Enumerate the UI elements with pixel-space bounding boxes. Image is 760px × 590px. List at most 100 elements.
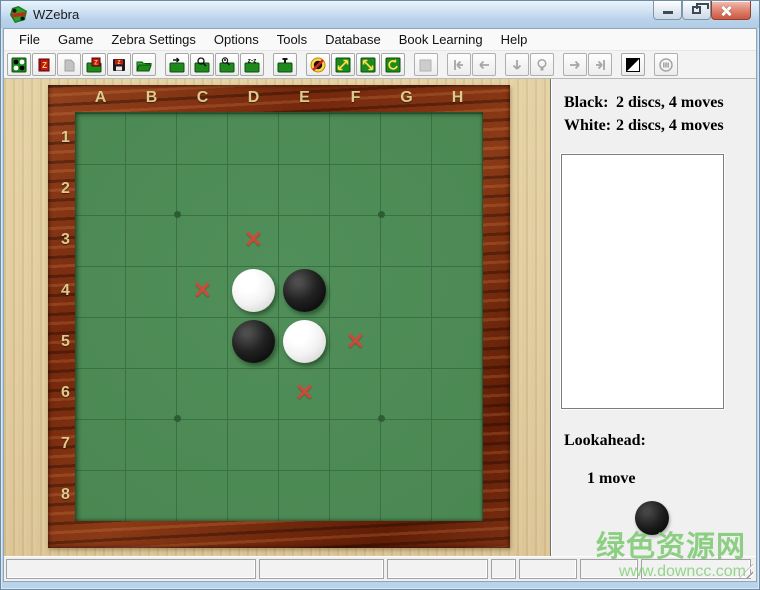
board-square-C2[interactable] [177,163,228,214]
rotate-board-button[interactable] [381,53,405,76]
legal-move-mark-C4[interactable]: ✕ [193,276,212,303]
board-square-E3[interactable] [279,214,330,265]
last-move-button[interactable] [588,53,612,76]
board-square-F4[interactable] [330,265,381,316]
close-button[interactable] [711,1,751,20]
board-square-B4[interactable] [126,265,177,316]
down-move-button[interactable] [505,53,529,76]
save-floppy-button[interactable]: Z [107,53,131,76]
board-square-B8[interactable] [126,469,177,520]
menu-tools[interactable]: Tools [268,29,316,50]
board-square-F8[interactable] [330,469,381,520]
board-square-C3[interactable] [177,214,228,265]
board-magnifier-button[interactable] [190,53,214,76]
menu-database[interactable]: Database [316,29,390,50]
board-square-G6[interactable] [381,367,432,418]
menu-book-learning[interactable]: Book Learning [390,29,492,50]
board-square-B1[interactable] [126,112,177,163]
next-move-button[interactable] [563,53,587,76]
board-add-piece-button[interactable] [273,53,297,76]
legal-move-mark-D3[interactable]: ✕ [244,225,263,252]
new-game-board-button[interactable] [7,53,31,76]
legal-move-mark-E6[interactable]: ✕ [295,378,314,405]
board-square-G8[interactable] [381,469,432,520]
board-square-C7[interactable] [177,418,228,469]
board-square-G1[interactable] [381,112,432,163]
restore-button[interactable] [682,1,711,20]
menu-options[interactable]: Options [205,29,268,50]
board-square-C5[interactable] [177,316,228,367]
column-label-B: B [146,89,158,107]
contrast-square-button[interactable] [621,53,645,76]
board-square-H4[interactable] [432,265,483,316]
board-square-B6[interactable] [126,367,177,418]
board-square-D1[interactable] [228,112,279,163]
move-list-box[interactable] [561,154,724,409]
board-enter-arrow-button[interactable] [165,53,189,76]
legal-move-mark-F5[interactable]: ✕ [346,327,365,354]
open-folder-button[interactable] [132,53,156,76]
board-square-G7[interactable] [381,418,432,469]
flip-diagonal-anti-button[interactable] [356,53,380,76]
board-square-B2[interactable] [126,163,177,214]
file-sheet-button[interactable] [57,53,81,76]
board-square-D7[interactable] [228,418,279,469]
board-square-C6[interactable] [177,367,228,418]
board-square-A7[interactable] [75,418,126,469]
board-square-E7[interactable] [279,418,330,469]
menu-help[interactable]: Help [492,29,537,50]
menu-zebra-settings[interactable]: Zebra Settings [102,29,205,50]
board-square-G5[interactable] [381,316,432,367]
board-square-A5[interactable] [75,316,126,367]
board-square-F7[interactable] [330,418,381,469]
board-square-H8[interactable] [432,469,483,520]
board-square-C8[interactable] [177,469,228,520]
board-book-button[interactable]: Z [82,53,106,76]
red-book-button[interactable]: Z [32,53,56,76]
board-square-A6[interactable] [75,367,126,418]
othello-board[interactable]: ✕ ✕ ✕ ✕ [75,112,483,521]
board-zz-button[interactable]: z-z [240,53,264,76]
prev-move-button[interactable] [472,53,496,76]
board-square-A4[interactable] [75,265,126,316]
board-square-F6[interactable] [330,367,381,418]
board-square-H1[interactable] [432,112,483,163]
board-square-B3[interactable] [126,214,177,265]
board-square-G3[interactable] [381,214,432,265]
flip-diagonal-main-button[interactable] [331,53,355,76]
board-magnifier-user-button[interactable] [215,53,239,76]
menu-game[interactable]: Game [49,29,102,50]
board-square-C1[interactable] [177,112,228,163]
board-square-G2[interactable] [381,163,432,214]
board-square-D6[interactable] [228,367,279,418]
board-square-E1[interactable] [279,112,330,163]
minimize-button[interactable] [653,1,682,20]
board-square-B7[interactable] [126,418,177,469]
board-square-A1[interactable] [75,112,126,163]
board-square-D8[interactable] [228,469,279,520]
board-square-G4[interactable] [381,265,432,316]
board-square-E8[interactable] [279,469,330,520]
menu-file[interactable]: File [10,29,49,50]
board-square-F3[interactable] [330,214,381,265]
hint-bulb-button[interactable] [530,53,554,76]
board-square-E2[interactable] [279,163,330,214]
board-square-B5[interactable] [126,316,177,367]
blank-square-button[interactable] [414,53,438,76]
red-book-icon: Z [36,57,52,73]
board-square-H7[interactable] [432,418,483,469]
board-square-D2[interactable] [228,163,279,214]
board-square-H5[interactable] [432,316,483,367]
title-bar[interactable]: WZebra [1,1,759,28]
board-square-A3[interactable] [75,214,126,265]
board-square-H3[interactable] [432,214,483,265]
board-square-A8[interactable] [75,469,126,520]
board-square-H6[interactable] [432,367,483,418]
first-move-button[interactable] [447,53,471,76]
stop-sign-button[interactable] [654,53,678,76]
board-square-A2[interactable] [75,163,126,214]
board-square-H2[interactable] [432,163,483,214]
board-square-F2[interactable] [330,163,381,214]
board-square-F1[interactable] [330,112,381,163]
no-evaluation-disc-button[interactable] [306,53,330,76]
